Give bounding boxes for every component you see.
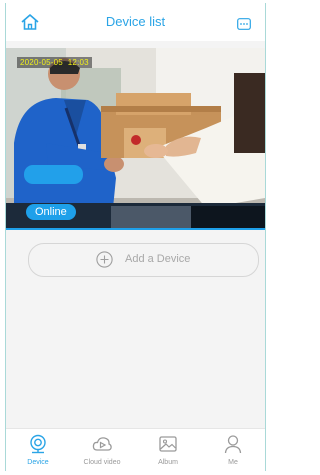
bottom-tab-bar: Device Cloud video Album Me	[6, 428, 265, 471]
person-icon	[224, 435, 242, 454]
top-bar: Device list	[6, 3, 265, 41]
device-card[interactable]: 2020-05-05 12:03 Online	[6, 48, 265, 228]
image-icon	[159, 436, 177, 452]
page-title: Device list	[105, 14, 166, 29]
tab-device-label: Device	[27, 459, 49, 466]
camera-icon	[30, 434, 46, 454]
add-device-label: Add a Device	[125, 253, 191, 265]
device-name-button[interactable]	[24, 165, 83, 184]
cloud-play-icon	[92, 437, 112, 451]
tab-cloud-video-label: Cloud video	[83, 459, 121, 466]
card-divider	[6, 228, 265, 230]
app-frame: Device list 2020-05-05 12:03 Online Add …	[5, 3, 266, 471]
timestamp-overlay: 2020-05-05 12:03	[17, 57, 92, 68]
tab-me[interactable]: Me	[201, 429, 265, 471]
tab-me-label: Me	[228, 459, 238, 466]
more-icon[interactable]	[237, 18, 251, 30]
tab-cloud-video[interactable]: Cloud video	[70, 429, 134, 471]
add-device-button[interactable]: Add a Device	[28, 243, 259, 277]
tab-album-label: Album	[158, 459, 178, 466]
tab-album[interactable]: Album	[136, 429, 200, 471]
camera-preview-image	[6, 48, 265, 228]
tab-device[interactable]: Device	[6, 429, 70, 471]
plus-circle-icon	[96, 251, 113, 268]
status-badge: Online	[26, 204, 76, 220]
